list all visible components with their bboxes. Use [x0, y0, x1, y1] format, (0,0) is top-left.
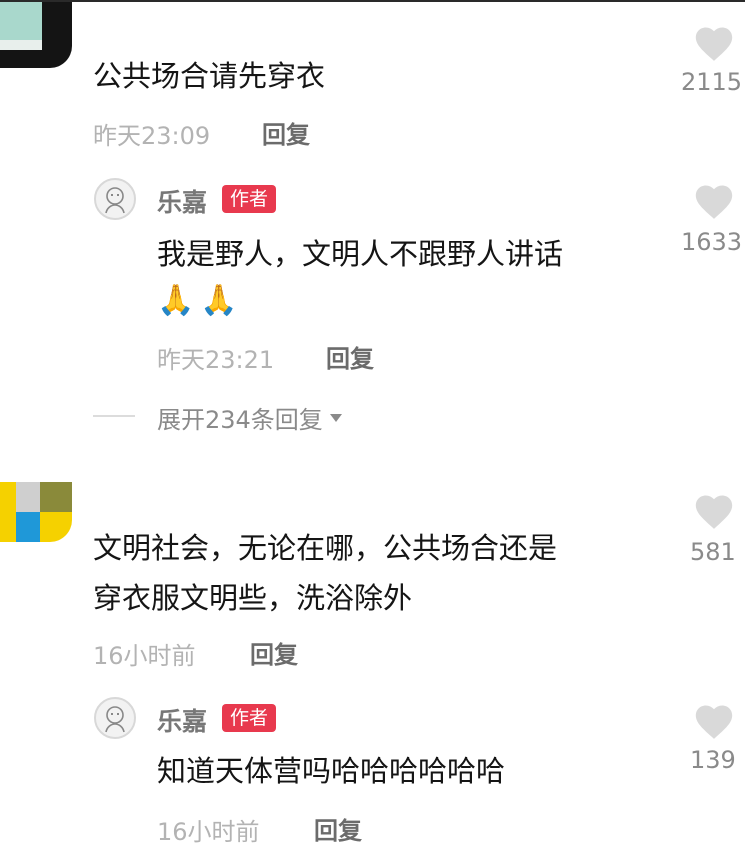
- commenter-avatar[interactable]: [0, 2, 72, 68]
- like-count: 139: [690, 746, 736, 774]
- expand-replies-button[interactable]: 展开234条回复: [157, 400, 343, 435]
- heart-icon: [695, 705, 733, 739]
- reply-button[interactable]: 回复: [326, 339, 374, 374]
- author-name[interactable]: 乐嘉: [157, 702, 207, 738]
- comment-text: 公共场合请先穿衣: [93, 59, 326, 93]
- top-divider: [0, 0, 745, 2]
- like-count: 1633: [681, 228, 743, 256]
- avatar-face-icon: [105, 706, 125, 733]
- reply-emoji: 🙏 🙏: [157, 283, 238, 318]
- heart-icon: [695, 495, 733, 529]
- heart-icon: [695, 27, 733, 61]
- expand-replies-label: 展开234条回复: [157, 406, 323, 434]
- like-count: 2115: [681, 68, 743, 96]
- comment-time: 16小时前: [93, 642, 196, 670]
- reply-button[interactable]: 回复: [262, 115, 310, 150]
- heart-icon: [695, 185, 733, 219]
- praying-hands-emoji: 🙏: [200, 283, 238, 318]
- expand-divider: [93, 415, 135, 417]
- like-button[interactable]: [684, 22, 744, 66]
- reply-text: 知道天体营吗哈哈哈哈哈哈: [157, 754, 506, 788]
- author-badge: 作者: [222, 704, 277, 732]
- comment-text-line: 穿衣服文明些，洗浴除外: [93, 581, 413, 615]
- reply-button[interactable]: 回复: [314, 811, 362, 846]
- reply-time: 16小时前: [157, 818, 260, 846]
- commenter-avatar[interactable]: [0, 482, 72, 542]
- author-avatar[interactable]: [94, 178, 136, 220]
- praying-hands-emoji: 🙏: [157, 283, 195, 318]
- like-count: 581: [690, 538, 736, 566]
- author-badge: 作者: [222, 185, 277, 213]
- like-button[interactable]: [684, 180, 744, 224]
- reply-time: 昨天23:21: [157, 346, 275, 374]
- avatar-face-icon: [105, 187, 125, 214]
- like-button[interactable]: [684, 700, 744, 744]
- comment-time: 昨天23:09: [93, 122, 211, 150]
- like-button[interactable]: [684, 490, 744, 534]
- author-name[interactable]: 乐嘉: [157, 183, 207, 219]
- reply-text: 我是野人，文明人不跟野人讲话: [157, 237, 564, 271]
- author-avatar[interactable]: [94, 697, 136, 739]
- caret-down-icon: [329, 413, 342, 422]
- reply-button[interactable]: 回复: [250, 635, 298, 670]
- comment-text-line: 文明社会，无论在哪，公共场合还是: [93, 531, 558, 565]
